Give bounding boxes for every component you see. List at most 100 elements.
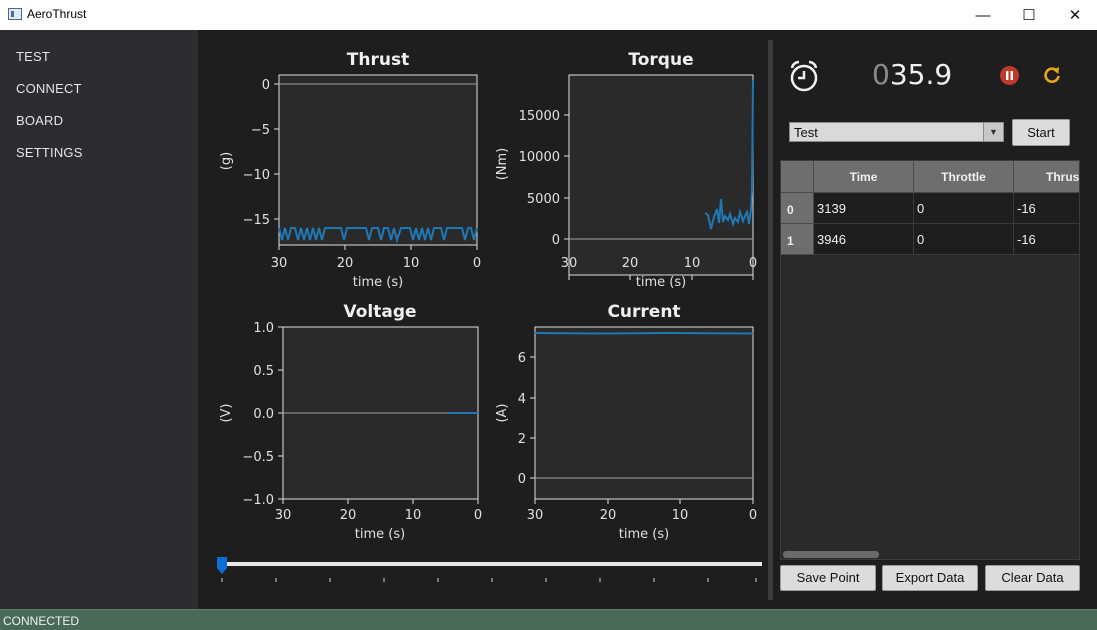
data-table: Time Throttle Thrust 0 3139 0 -16 1 3946… <box>780 160 1080 560</box>
voltage-xtick-label: 0 <box>474 508 482 523</box>
close-icon: ✕ <box>1068 7 1082 24</box>
clear-data-button[interactable]: Clear Data <box>985 565 1080 591</box>
save-point-button[interactable]: Save Point <box>780 565 876 591</box>
torque-ylabel: (Nm) <box>495 148 510 181</box>
pause-icon[interactable] <box>999 65 1020 86</box>
voltage-ytick-label: 0.0 <box>253 407 274 422</box>
current-xticks <box>534 499 754 504</box>
torque-axes <box>568 74 754 276</box>
current-ylabel: (A) <box>495 403 510 422</box>
torque-yticks <box>564 114 569 240</box>
current-xtick-label: 30 <box>527 508 544 523</box>
app-icon <box>8 8 22 20</box>
column-header-thrust[interactable]: Thrust <box>1014 161 1079 193</box>
voltage-xtick-label: 20 <box>340 508 357 523</box>
current-ytick-label: 2 <box>518 432 526 447</box>
table-corner <box>781 161 814 193</box>
sidebar-item-board[interactable]: BOARD <box>16 113 63 128</box>
torque-ytick-label: 15000 <box>519 109 560 124</box>
window-title: AeroThrust <box>27 7 87 21</box>
timer-leading-zero: 0 <box>872 58 890 91</box>
current-ytick-label: 6 <box>518 351 526 366</box>
thrust-ytick-label: −10 <box>243 168 270 183</box>
thrust-yticks <box>274 83 279 220</box>
table-cell[interactable]: 0 <box>914 224 1014 255</box>
voltage-ytick-label: 1.0 <box>253 321 274 336</box>
row-header[interactable]: 1 <box>781 224 814 255</box>
export-data-button[interactable]: Export Data <box>882 565 978 591</box>
table-cell[interactable]: -16 <box>1014 224 1079 255</box>
table-cell[interactable]: 3139 <box>814 193 914 224</box>
time-slider[interactable] <box>217 557 762 582</box>
torque-plot: Torque 15000 10000 5000 0 30 20 10 0 tim… <box>495 50 757 290</box>
mode-select[interactable]: Test ▼ <box>789 122 1004 142</box>
elapsed-timer: 035.9 <box>872 58 952 91</box>
maximize-button[interactable]: ☐ <box>1006 0 1052 30</box>
thrust-ytick-label: −5 <box>251 123 270 138</box>
voltage-ytick-label: −0.5 <box>242 450 274 465</box>
voltage-ytick-label: 0.5 <box>253 364 274 379</box>
thrust-ytick-label: 0 <box>262 78 270 93</box>
slider-track[interactable] <box>222 562 762 566</box>
minimize-button[interactable]: — <box>960 0 1006 30</box>
thrust-plot: Thrust 0 −5 −10 −15 30 20 10 0 time (s) … <box>219 50 481 290</box>
sidebar-item-test[interactable]: TEST <box>16 49 50 64</box>
scrollbar-thumb[interactable] <box>783 551 879 558</box>
torque-ytick-label: 0 <box>552 233 560 248</box>
voltage-ylabel: (V) <box>219 403 234 422</box>
thrust-xticks <box>278 245 478 250</box>
timer-value: 35.9 <box>889 58 953 91</box>
sidebar-item-settings[interactable]: SETTINGS <box>16 145 83 160</box>
torque-xtick-label: 20 <box>622 256 639 271</box>
thrust-xlabel: time (s) <box>353 275 403 290</box>
current-xtick-label: 10 <box>672 508 689 523</box>
torque-ytick-label: 10000 <box>519 150 560 165</box>
column-header-throttle[interactable]: Throttle <box>914 161 1014 193</box>
start-button[interactable]: Start <box>1012 119 1070 146</box>
column-header-time[interactable]: Time <box>814 161 914 193</box>
current-ytick-label: 4 <box>518 392 526 407</box>
alarm-clock-icon <box>790 60 818 92</box>
voltage-plot: Voltage 1.0 0.5 0.0 −0.5 −1.0 30 20 10 0… <box>219 302 482 542</box>
slider-handle[interactable] <box>217 557 227 574</box>
horizontal-scrollbar[interactable] <box>781 549 1079 559</box>
current-xtick-label: 20 <box>600 508 617 523</box>
current-yticks <box>530 356 535 479</box>
voltage-ytick-label: −1.0 <box>242 493 274 508</box>
table-cell[interactable]: 3946 <box>814 224 914 255</box>
thrust-ylabel: (g) <box>219 152 234 170</box>
torque-ytick-label: 5000 <box>527 192 560 207</box>
voltage-xticks <box>282 499 479 504</box>
voltage-title: Voltage <box>343 302 416 322</box>
current-xlabel: time (s) <box>619 527 669 542</box>
sidebar: TEST CONNECT BOARD SETTINGS <box>0 30 198 609</box>
table-cell[interactable]: 0 <box>914 193 1014 224</box>
voltage-xtick-label: 10 <box>405 508 422 523</box>
voltage-xtick-label: 30 <box>275 508 292 523</box>
title-bar: AeroThrust — ☐ ✕ <box>0 0 1097 30</box>
close-button[interactable]: ✕ <box>1052 0 1097 30</box>
current-ytick-label: 0 <box>518 472 526 487</box>
torque-xtick-label: 10 <box>684 256 701 271</box>
torque-xtick-label: 0 <box>749 256 757 271</box>
current-xtick-label: 0 <box>749 508 757 523</box>
minimize-icon: — <box>975 6 991 24</box>
voltage-xlabel: time (s) <box>355 527 405 542</box>
mode-select-value: Test <box>794 125 818 140</box>
status-bar: CONNECTED <box>0 609 1097 630</box>
current-series <box>534 331 754 335</box>
thrust-xtick-label: 20 <box>337 256 354 271</box>
connection-status: CONNECTED <box>3 614 80 628</box>
reset-icon[interactable] <box>1042 65 1062 85</box>
panel-splitter[interactable] <box>768 40 773 600</box>
plots-canvas: Thrust 0 −5 −10 −15 30 20 10 0 time (s) … <box>217 50 762 582</box>
thrust-xtick-label: 10 <box>403 256 420 271</box>
current-axes <box>534 326 754 500</box>
torque-xlabel: time (s) <box>636 275 686 290</box>
row-header[interactable]: 0 <box>781 193 814 224</box>
table-cell[interactable]: -16 <box>1014 193 1079 224</box>
chevron-down-icon[interactable]: ▼ <box>983 123 1003 141</box>
voltage-yticks <box>278 326 283 500</box>
torque-title: Torque <box>628 50 693 70</box>
sidebar-item-connect[interactable]: CONNECT <box>16 81 82 96</box>
